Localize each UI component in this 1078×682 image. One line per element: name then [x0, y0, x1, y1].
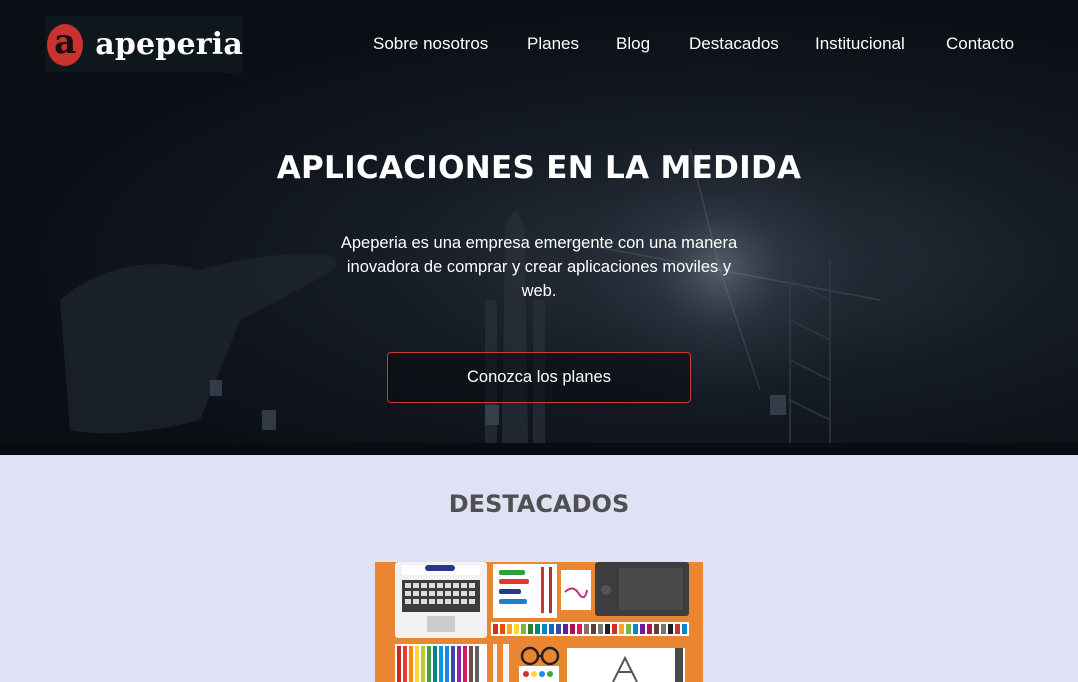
nav-link-destacados[interactable]: Destacados [689, 34, 779, 54]
featured-item-image[interactable] [375, 562, 703, 682]
hero-title: APLICACIONES EN LA MEDIDA [276, 150, 802, 186]
view-plans-button[interactable]: Conozca los planes [387, 352, 691, 403]
nav-link-blog[interactable]: Blog [616, 34, 650, 54]
main-nav: Sobre nosotros Planes Blog Destacados In… [0, 34, 1078, 56]
nav-link-planes[interactable]: Planes [527, 34, 579, 54]
hero-bottom-strip [0, 443, 1078, 455]
nav-link-sobre-nosotros[interactable]: Sobre nosotros [373, 34, 488, 54]
designer-desk-illustration [375, 562, 703, 682]
nav-link-institucional[interactable]: Institucional [815, 34, 905, 54]
nav-link-contacto[interactable]: Contacto [946, 34, 1014, 54]
featured-section-title: DESTACADOS [448, 490, 630, 518]
hero-description: Apeperia es una empresa emergente con un… [340, 234, 738, 300]
